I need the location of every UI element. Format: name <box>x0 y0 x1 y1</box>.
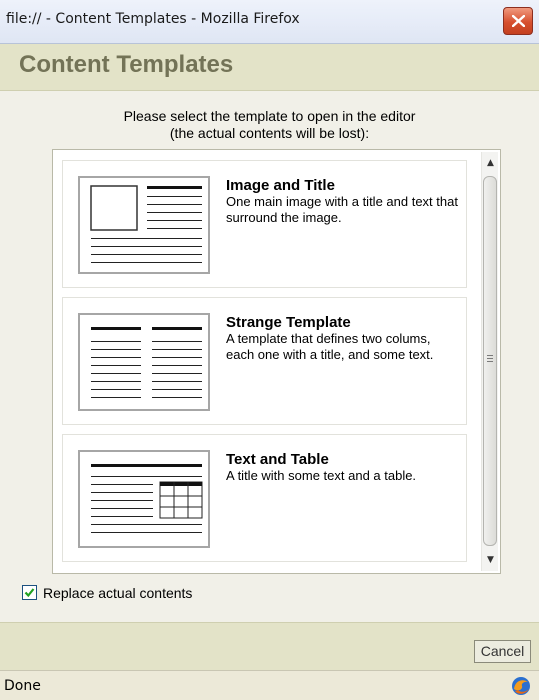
status-text: Done <box>4 678 41 694</box>
checkmark-icon <box>24 588 35 598</box>
template-item-text-and-table[interactable]: Text and Table A title with some text an… <box>62 434 467 562</box>
template-text: Image and Title One main image with a ti… <box>226 177 461 226</box>
scrollbar-grip-icon <box>487 355 493 364</box>
template-text: Strange Template A template that defines… <box>226 314 461 363</box>
dialog-heading: Content Templates <box>19 51 234 78</box>
replace-contents-label[interactable]: Replace actual contents <box>43 584 192 602</box>
instructions: Please select the template to open in th… <box>0 108 539 142</box>
template-item-image-and-title[interactable]: Image and Title One main image with a ti… <box>62 160 467 288</box>
template-title: Image and Title <box>226 177 335 194</box>
vertical-scrollbar[interactable]: ▲ ▼ <box>481 152 498 571</box>
replace-contents-checkbox[interactable] <box>22 585 37 600</box>
dialog-header: Content Templates <box>0 44 539 91</box>
template-description: One main image with a title and text tha… <box>226 194 458 225</box>
template-description: A title with some text and a table. <box>226 468 417 483</box>
close-button[interactable] <box>503 7 533 35</box>
template-item-strange-template[interactable]: Strange Template A template that defines… <box>62 297 467 425</box>
text-and-table-thumbnail-icon <box>78 450 210 548</box>
template-title: Text and Table <box>226 451 329 468</box>
scrollbar-thumb[interactable] <box>483 176 497 546</box>
dialog-footer: Cancel <box>0 622 539 670</box>
status-bar: Done <box>0 670 539 700</box>
window-titlebar: file:// - Content Templates - Mozilla Fi… <box>0 0 539 44</box>
template-description: A template that defines two colums, each… <box>226 331 434 362</box>
image-and-title-thumbnail-icon <box>78 176 210 274</box>
template-title: Strange Template <box>226 314 351 331</box>
instructions-line-1: Please select the template to open in th… <box>123 108 416 124</box>
scroll-down-arrow-icon[interactable]: ▼ <box>482 552 499 569</box>
templates-list[interactable]: Image and Title One main image with a ti… <box>52 149 501 574</box>
scroll-up-arrow-icon[interactable]: ▲ <box>482 155 499 172</box>
instructions-line-2: (the actual contents will be lost): <box>169 125 370 141</box>
firefox-status-icon <box>512 677 530 695</box>
template-text: Text and Table A title with some text an… <box>226 451 461 484</box>
content-templates-dialog: Content Templates Please select the temp… <box>0 44 539 670</box>
close-icon <box>512 15 525 27</box>
two-column-thumbnail-icon <box>78 313 210 411</box>
window-title: file:// - Content Templates - Mozilla Fi… <box>6 11 300 27</box>
cancel-button[interactable]: Cancel <box>474 640 531 663</box>
